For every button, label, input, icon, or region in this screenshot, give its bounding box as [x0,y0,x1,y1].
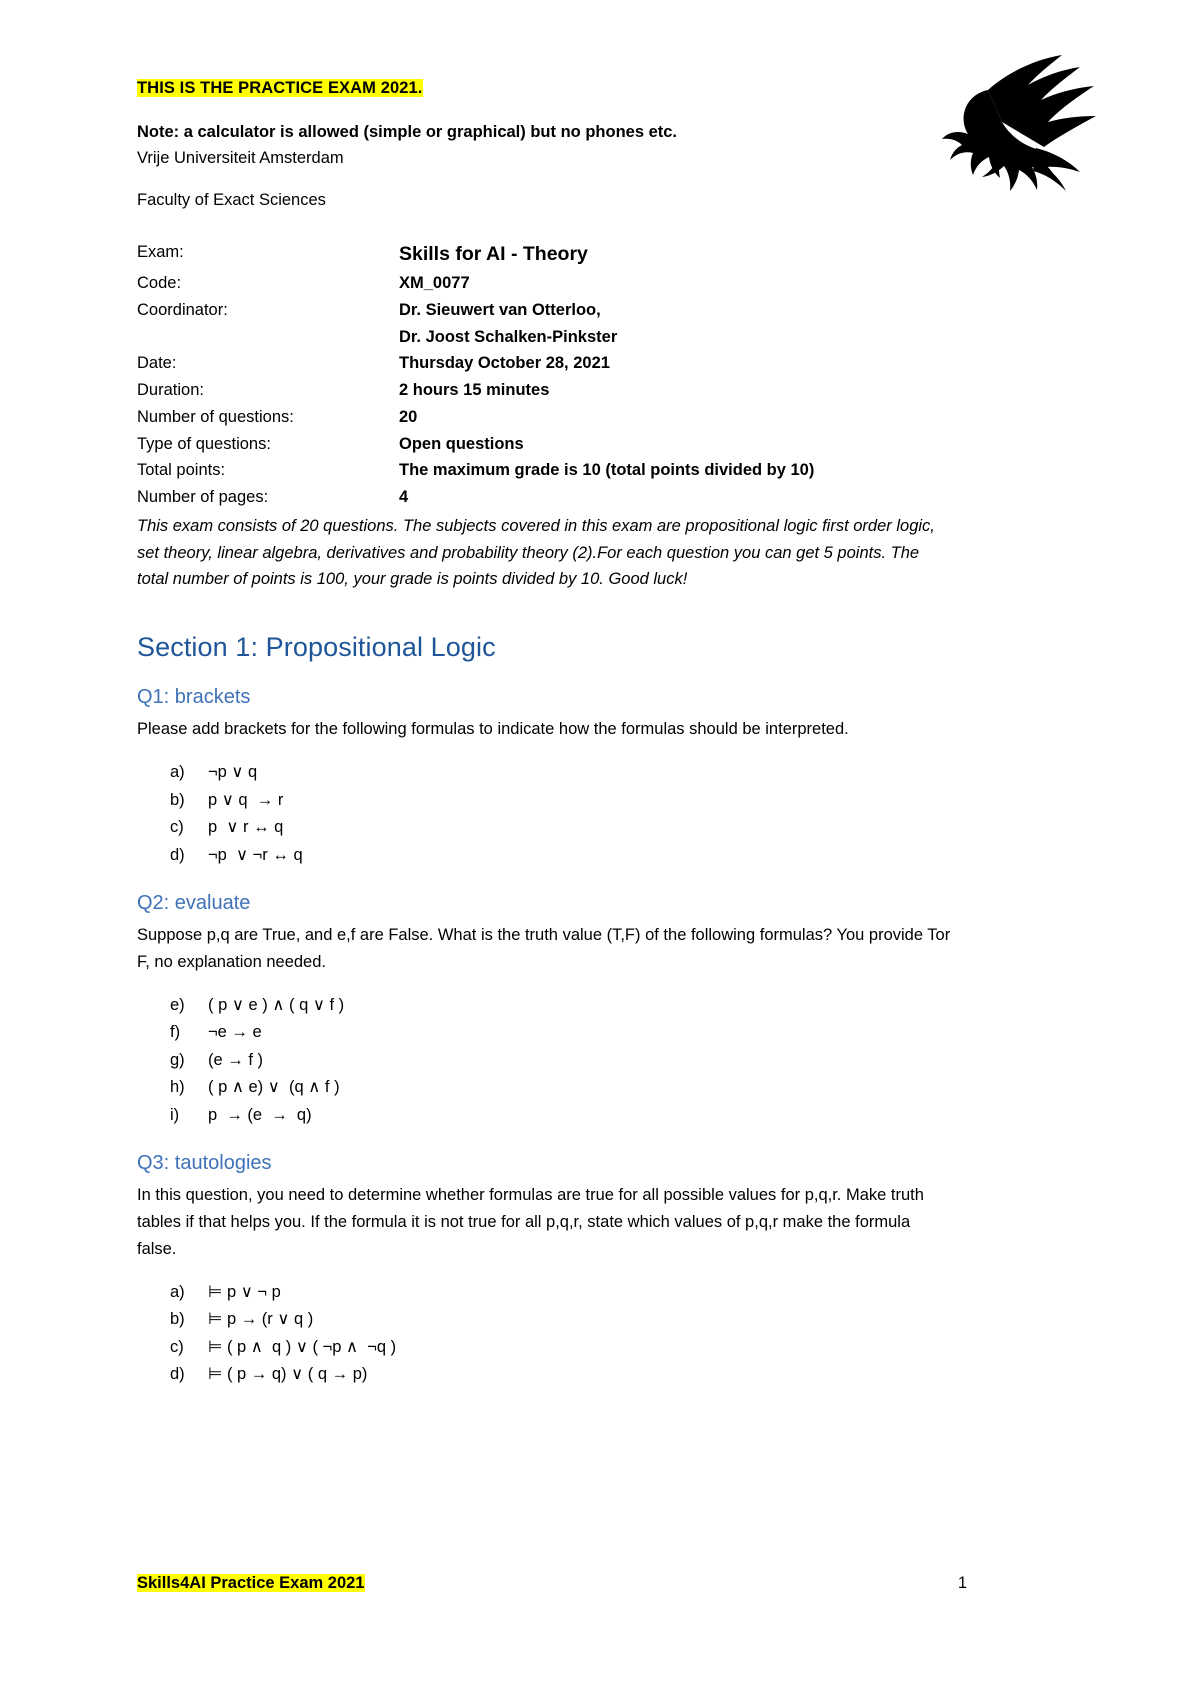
table-row: Coordinator: Dr. Sieuwert van Otterloo, [137,297,814,324]
item-label: a) [170,1282,185,1301]
detail-key: Date: [137,354,177,373]
item-label: g) [170,1050,185,1069]
item-formula: ¬p ∨ q [208,763,258,782]
item-formula: ¬p ∨ ¬r ↔ q [208,845,303,864]
list-item: e) ( p ∨ e ) ∧ ( q ∨ f ) [170,992,967,1020]
detail-key [137,324,399,351]
table-row: Total points: The maximum grade is 10 (t… [137,457,814,484]
table-row: Dr. Joost Schalken-Pinkster [137,324,814,351]
item-label: c) [170,818,184,837]
item-formula: ⊨ ( p → q) ∨ ( q → p) [208,1365,368,1384]
question-items-q2: e) ( p ∨ e ) ∧ ( q ∨ f ) f) ¬e → e g) (e… [137,992,967,1130]
footer-page-number: 1 [957,1574,967,1592]
item-formula: ( p ∨ e ) ∧ ( q ∨ f ) [208,995,345,1014]
faculty-name: Faculty of Exact Sciences [137,190,326,209]
list-item: f) ¬e → e [170,1019,967,1047]
detail-key: Duration: [137,381,204,400]
question-heading-q3: Q3: tautologies [137,1152,272,1175]
detail-value: Dr. Joost Schalken-Pinkster [399,327,618,346]
item-formula: ⊨ p → (r ∨ q ) [208,1310,314,1329]
table-row: Number of questions: 20 [137,404,814,431]
exam-intro-paragraph: This exam consists of 20 questions. The … [137,516,935,589]
item-label: c) [170,1337,184,1356]
question-heading-q1: Q1: brackets [137,686,251,709]
item-label: b) [170,790,185,809]
item-formula: p ∨ q → r [208,790,284,809]
detail-key: Coordinator: [137,301,228,320]
detail-value: Dr. Sieuwert van Otterloo, [399,301,601,320]
exam-details-body: Exam: Skills for AI - Theory Code: XM_00… [137,239,814,511]
detail-key: Code: [137,274,182,293]
table-row: Code: XM_0077 [137,270,814,297]
table-row: Exam: Skills for AI - Theory [137,239,814,271]
detail-value: The maximum grade is 10 (total points di… [399,461,815,480]
item-formula: ( p ∧ e) ∨ (q ∧ f ) [208,1078,340,1097]
question-body-q3: In this question, you need to determine … [137,1186,924,1258]
practice-exam-notice: THIS IS THE PRACTICE EXAM 2021. [137,78,967,99]
table-row: Type of questions: Open questions [137,431,814,458]
item-label: d) [170,845,185,864]
item-formula: p ∨ r ↔ q [208,818,284,837]
detail-value: Skills for AI - Theory [399,242,588,265]
document-page: THIS IS THE PRACTICE EXAM 2021. Note: a … [0,0,1200,1697]
detail-key: Number of questions: [137,407,294,426]
page-footer: Skills4AI Practice Exam 2021 1 [137,1574,967,1593]
list-item: a) ¬p ∨ q [170,759,967,787]
exam-details-table: Exam: Skills for AI - Theory Code: XM_00… [137,239,814,511]
footer-title-text: Skills4AI Practice Exam 2021 [137,1574,365,1592]
list-item: a) ⊨ p ∨ ¬ p [170,1279,967,1307]
university-name: Vrije Universiteit Amsterdam [137,148,344,167]
section-title: Section 1: Propositional Logic [137,631,496,662]
detail-key: Number of pages: [137,488,269,507]
detail-value: 4 [399,488,409,507]
detail-key: Type of questions: [137,434,271,453]
list-item: g) (e → f ) [170,1047,967,1075]
question-items-q1: a) ¬p ∨ q b) p ∨ q → r c) p ∨ r ↔ q d) ¬… [137,759,967,869]
footer-left: Skills4AI Practice Exam 2021 [137,1574,365,1593]
item-formula: ⊨ ( p ∧ q ) ∨ ( ¬p ∧ ¬q ) [208,1337,397,1356]
list-item: d) ⊨ ( p → q) ∨ ( q → p) [170,1361,967,1389]
question-heading-q2: Q2: evaluate [137,892,251,915]
item-formula: ⊨ p ∨ ¬ p [208,1282,281,1301]
question-items-q3: a) ⊨ p ∨ ¬ p b) ⊨ p → (r ∨ q ) c) ⊨ ( p … [137,1279,967,1389]
item-formula: ¬e → e [208,1023,262,1042]
detail-value: Open questions [399,434,524,453]
table-row: Duration: 2 hours 15 minutes [137,377,814,404]
item-label: d) [170,1365,185,1384]
detail-value: Thursday October 28, 2021 [399,354,610,373]
document-content: THIS IS THE PRACTICE EXAM 2021. Note: a … [137,78,967,1389]
list-item: h) ( p ∧ e) ∨ (q ∧ f ) [170,1074,967,1102]
detail-key: Exam: [137,242,184,261]
list-item: i) p → (e → q) [170,1102,967,1130]
detail-value: XM_0077 [399,274,470,293]
item-formula: p → (e → q) [208,1105,312,1124]
question-body-q2: Suppose p,q are True, and e,f are False.… [137,926,951,971]
detail-key: Total points: [137,461,226,480]
list-item: d) ¬p ∨ ¬r ↔ q [170,842,967,870]
item-label: f) [170,1023,181,1042]
item-label: e) [170,995,185,1014]
question-body-q1: Please add brackets for the following fo… [137,720,849,739]
calculator-note: Note: a calculator is allowed (simple or… [137,122,678,141]
table-row: Number of pages: 4 [137,484,814,511]
table-row: Date: Thursday October 28, 2021 [137,350,814,377]
item-label: h) [170,1078,185,1097]
item-label: b) [170,1310,185,1329]
list-item: b) p ∨ q → r [170,787,967,815]
item-formula: (e → f ) [208,1050,264,1069]
list-item: c) ⊨ ( p ∧ q ) ∨ ( ¬p ∧ ¬q ) [170,1334,967,1362]
item-label: a) [170,763,185,782]
detail-value: 2 hours 15 minutes [399,381,550,400]
list-item: c) p ∨ r ↔ q [170,814,967,842]
detail-value: 20 [399,407,418,426]
list-item: b) ⊨ p → (r ∨ q ) [170,1306,967,1334]
practice-exam-notice-text: THIS IS THE PRACTICE EXAM 2021. [137,79,423,97]
item-label: i) [170,1105,180,1124]
